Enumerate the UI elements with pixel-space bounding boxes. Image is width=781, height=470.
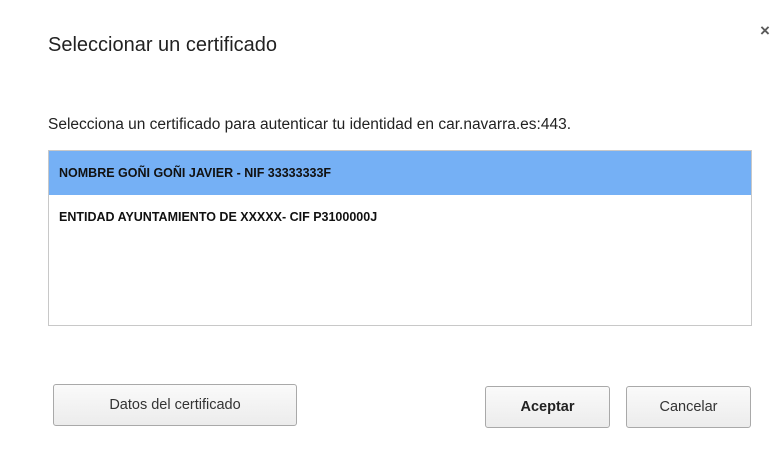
close-icon[interactable]: × <box>754 20 776 42</box>
certificate-list[interactable]: NOMBRE GOÑI GOÑI JAVIER - NIF 33333333F … <box>48 150 752 326</box>
accept-button[interactable]: Aceptar <box>485 386 610 428</box>
certificate-item-nombre[interactable]: NOMBRE GOÑI GOÑI JAVIER - NIF 33333333F <box>49 151 751 195</box>
dialog-title: Seleccionar un certificado <box>48 34 278 56</box>
dialog-prompt: Selecciona un certificado para autentica… <box>48 116 572 133</box>
certificate-details-button[interactable]: Datos del certificado <box>53 384 297 426</box>
cancel-button[interactable]: Cancelar <box>626 386 751 428</box>
certificate-dialog: Seleccionar un certificado × Selecciona … <box>0 0 781 470</box>
certificate-item-entidad[interactable]: ENTIDAD AYUNTAMIENTO DE XXXXX- CIF P3100… <box>49 195 751 239</box>
